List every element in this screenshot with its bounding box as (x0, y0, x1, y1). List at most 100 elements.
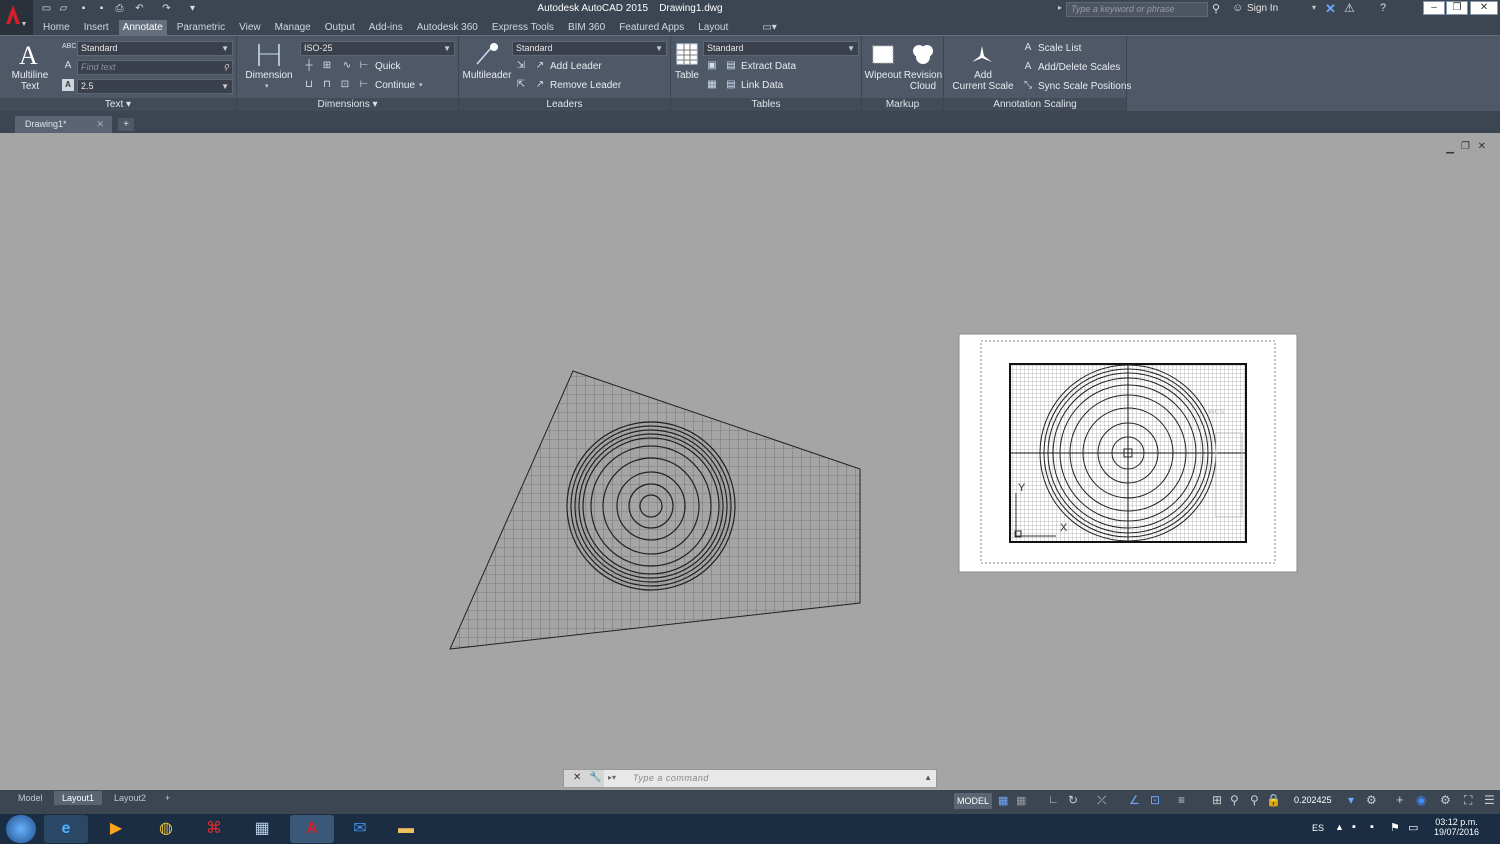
a360-icon[interactable]: ⚠ (1344, 1, 1355, 15)
file-tab-drawing1[interactable]: Drawing1* ✕ (15, 116, 112, 133)
customize-icon[interactable]: ▾ (186, 3, 199, 15)
find-text-input[interactable]: Find text ⚲ (77, 60, 233, 75)
multiline-text-button[interactable]: Multiline Text (6, 70, 54, 92)
table-button[interactable]: Table (671, 70, 703, 81)
model-space-toggle[interactable]: MODEL (954, 793, 992, 809)
close-button[interactable]: ✕ (1470, 1, 1498, 15)
dimensions-panel-title[interactable]: Dimensions ▾ (237, 98, 458, 112)
continue-dropdown-icon[interactable]: ▾ (419, 81, 423, 89)
command-line[interactable]: ✕ 🔧 ▸▾ Type a command ▲ (563, 769, 937, 788)
print-icon[interactable]: ⎙ (113, 3, 126, 15)
osnap-icon[interactable]: ⤫ (1097, 793, 1107, 808)
lineweight-icon[interactable]: ≡ (1178, 793, 1185, 807)
revision-cloud-button[interactable]: Revision Cloud (902, 70, 944, 92)
selection-cycling-icon[interactable]: ⊞ (1212, 793, 1222, 807)
tab-insert[interactable]: Insert (80, 20, 113, 35)
multileader-style-select[interactable]: Standard ▼ (512, 41, 667, 56)
annotation-monitor-icon[interactable]: + (1396, 792, 1404, 807)
tab-bim-360[interactable]: BIM 360 (564, 20, 609, 35)
expand-search-icon[interactable]: ▸ (1058, 3, 1066, 12)
add-layout-button[interactable]: + (160, 791, 175, 805)
sign-in-button[interactable]: Sign In (1247, 3, 1278, 14)
quick-dimension-button[interactable]: Quick (375, 61, 401, 72)
auto-scale-icon[interactable]: ⚲ (1250, 793, 1259, 807)
tab-layout[interactable]: Layout (694, 20, 732, 35)
tab-featured-apps[interactable]: Featured Apps (615, 20, 688, 35)
remove-leader-button[interactable]: Remove Leader (550, 80, 621, 91)
multileader-button[interactable]: Multileader (461, 70, 513, 81)
save-as-icon[interactable]: ▪ (95, 3, 108, 15)
search-input[interactable]: Type a keyword or phrase (1066, 2, 1208, 17)
link-data-button[interactable]: Link Data (741, 80, 783, 91)
markup-panel-title[interactable]: Markup (862, 98, 943, 112)
outlook-icon[interactable]: ✉ (338, 815, 382, 843)
customize-command-icon[interactable]: 🔧 (589, 772, 601, 783)
tab-model[interactable]: Model (10, 791, 51, 805)
tab-layout2[interactable]: Layout2 (106, 791, 154, 805)
dimension-style-select[interactable]: ISO-25 ▼ (300, 41, 455, 56)
customization-icon[interactable]: ☰ (1484, 793, 1495, 807)
workspace-gear-icon[interactable]: ⚙ (1366, 793, 1377, 807)
lock-icon[interactable]: 🔒 (1266, 793, 1281, 807)
save-icon[interactable]: ▪ (77, 3, 90, 15)
tab-home[interactable]: Home (39, 20, 74, 35)
grid-icon[interactable]: ▦ (998, 794, 1008, 807)
tab-add-ins[interactable]: Add-ins (365, 20, 407, 35)
layout-viewport[interactable] (449, 370, 861, 650)
clock[interactable]: 03:12 p.m. 19/07/2016 (1434, 817, 1479, 837)
sync-scale-positions-button[interactable]: Sync Scale Positions (1038, 81, 1131, 92)
start-button[interactable] (6, 815, 36, 843)
explorer-icon[interactable]: ▬ (384, 815, 428, 843)
flag-icon[interactable]: ⚑ (1390, 821, 1400, 834)
command-history-icon[interactable]: ▲ (924, 773, 932, 782)
tab-autodesk-360[interactable]: Autodesk 360 (413, 20, 482, 35)
dim-adjust-icon[interactable]: ⊞ (321, 60, 333, 72)
add-delete-scales-button[interactable]: Add/Delete Scales (1038, 62, 1120, 73)
collect-leaders-icon[interactable]: ⇱ (515, 79, 527, 91)
new-icon[interactable]: ▭ (40, 3, 53, 15)
annotation-scale-icon[interactable]: ▾ (1348, 793, 1354, 807)
dim-tolerance-icon[interactable]: ⊔ (303, 79, 315, 91)
text-panel-title[interactable]: Text ▾ (0, 98, 236, 112)
scale-list-button[interactable]: Scale List (1038, 43, 1081, 54)
undo-icon[interactable]: ↶ (133, 3, 146, 15)
redo-icon[interactable]: ↷ (160, 3, 173, 15)
hardware-acceleration-icon[interactable]: ⚙ (1440, 793, 1451, 807)
isolate-objects-icon[interactable]: ◉ (1416, 793, 1426, 807)
ucs-icon[interactable]: ⊡ (1150, 793, 1160, 807)
dim-break-icon[interactable]: ┼ (303, 60, 315, 72)
table-cell-icon[interactable]: ▣ (706, 60, 718, 72)
tray-expand-icon[interactable]: ▲ (1335, 822, 1344, 832)
tables-panel-title[interactable]: Tables (671, 98, 861, 112)
language-indicator[interactable]: ES (1312, 823, 1324, 833)
application-menu-button[interactable] (0, 0, 33, 35)
command-input[interactable]: Type a command (633, 773, 709, 783)
table-style-select[interactable]: Standard ▼ (703, 41, 859, 56)
binoculars-icon[interactable]: ⚲ (1212, 2, 1220, 15)
drawing-canvas[interactable]: ▁ ❐ ✕ Y X WCS (0, 133, 1500, 790)
dimension-dropdown-icon[interactable]: ▾ (265, 82, 269, 90)
annotation-visibility-icon[interactable]: ⚲ (1230, 793, 1239, 807)
minimize-button[interactable]: – (1423, 1, 1445, 15)
continue-dimension-button[interactable]: Continue (375, 80, 415, 91)
annotation-scale-value[interactable]: 0.202425 (1294, 795, 1332, 805)
dim-inspect-icon[interactable]: ⊓ (321, 79, 333, 91)
network-icon[interactable]: ▪ (1370, 821, 1374, 833)
restore-button[interactable]: ❐ (1446, 1, 1468, 15)
add-current-scale-button[interactable]: Add Current Scale (950, 70, 1016, 92)
otrack-icon[interactable]: ∠ (1129, 793, 1140, 807)
display-icon[interactable]: ▭ (1408, 821, 1418, 834)
align-leaders-icon[interactable]: ⇲ (515, 60, 527, 72)
snap-icon[interactable]: ▦ (1016, 794, 1026, 807)
dimension-button[interactable]: Dimension (241, 70, 297, 81)
viewcube-wcs-label[interactable]: WCS (1208, 409, 1224, 416)
add-leader-button[interactable]: Add Leader (550, 61, 602, 72)
tab-view[interactable]: View (235, 20, 265, 35)
tab-parametric[interactable]: Parametric (173, 20, 229, 35)
ribbon-toggle-icon[interactable]: ▭▾ (758, 20, 780, 35)
acrobat-icon[interactable]: ⌘ (192, 815, 236, 843)
leaders-panel-title[interactable]: Leaders (459, 98, 670, 112)
media-player-icon[interactable]: ▶ (94, 815, 138, 843)
tab-layout1[interactable]: Layout1 (54, 791, 103, 805)
polar-icon[interactable]: ↻ (1068, 793, 1078, 807)
